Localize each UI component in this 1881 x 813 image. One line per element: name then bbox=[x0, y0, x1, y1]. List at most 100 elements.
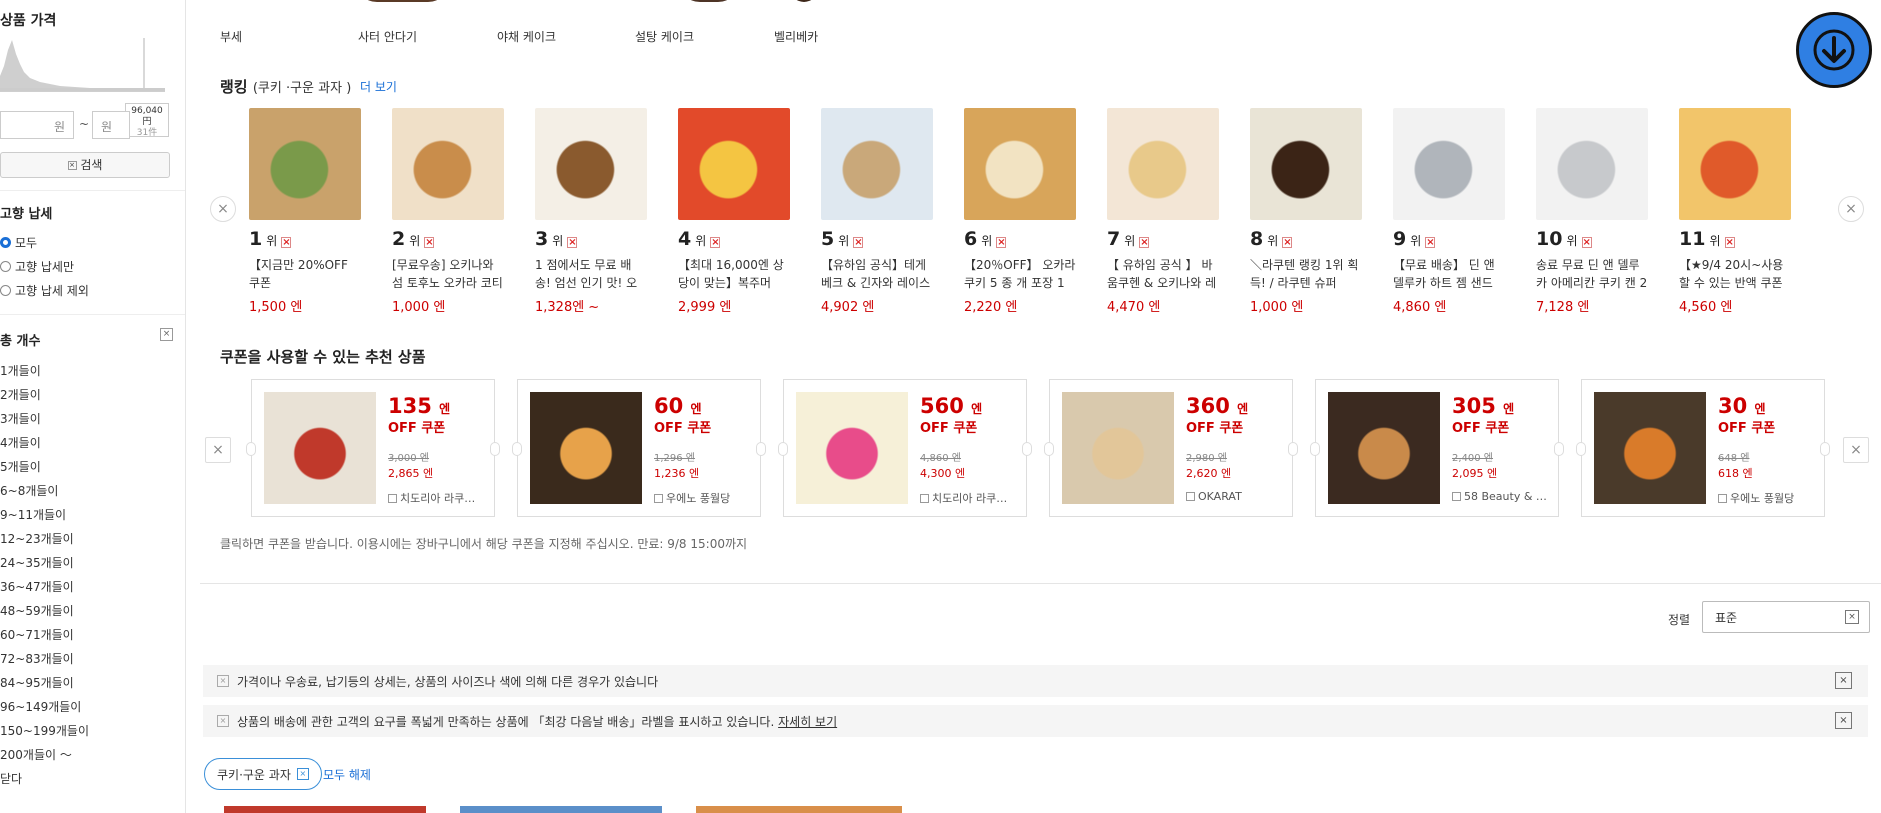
count-filter-item[interactable]: 3개들이 bbox=[0, 410, 41, 427]
furusato-option-all[interactable]: 모두 bbox=[0, 234, 37, 251]
ranking-more-link[interactable]: 더 보기 bbox=[360, 78, 397, 95]
store-name[interactable]: OKARAT bbox=[1186, 490, 1286, 503]
count-filter-item[interactable]: 12~23개들이 bbox=[0, 530, 74, 547]
store-name[interactable]: 우에노 풍월당 bbox=[1718, 490, 1818, 506]
product-image[interactable] bbox=[1107, 108, 1219, 220]
product-name[interactable]: ＼라쿠텐 랭킹 1위 획득! / 라쿠텐 슈퍼 SA… bbox=[1250, 256, 1362, 292]
coupon-card[interactable]: 560 엔 OFF 쿠폰 4,860 엔 4,300 엔 치도리아 라쿠… bbox=[778, 379, 1032, 517]
category-sata-andagi[interactable]: 사터 안다기 bbox=[358, 28, 417, 45]
ranking-prev-button[interactable]: × bbox=[210, 196, 236, 222]
count-filter-item[interactable]: 4개들이 bbox=[0, 434, 41, 451]
count-filter-item[interactable]: 72~83개들이 bbox=[0, 650, 74, 667]
coupon-card[interactable]: 30 엔 OFF 쿠폰 648 엔 618 엔 우에노 풍월당 bbox=[1576, 379, 1830, 517]
ranking-item[interactable]: 6위× 【20％OFF】 오카라 쿠키 5 종 개 포장 1 k… 2,220 엔 bbox=[964, 108, 1076, 315]
product-image[interactable] bbox=[460, 806, 662, 813]
coupon-prev-button[interactable]: × bbox=[205, 437, 231, 463]
furusato-option-exclude[interactable]: 고향 납세 제외 bbox=[0, 282, 89, 299]
ranking-item[interactable]: 7위× 【 유하임 공식 】 바움쿠헨 & 오키나와 레이… 4,470 엔 bbox=[1107, 108, 1219, 315]
coupon-card[interactable]: 60 엔 OFF 쿠폰 1,296 엔 1,236 엔 우에노 풍월당 bbox=[512, 379, 766, 517]
product-image[interactable] bbox=[535, 108, 647, 220]
coupon-card[interactable]: 360 엔 OFF 쿠폰 2,980 엔 2,620 엔 OKARAT bbox=[1044, 379, 1298, 517]
ranking-item[interactable]: 8위× ＼라쿠텐 랭킹 1위 획득! / 라쿠텐 슈퍼 SA… 1,000 엔 bbox=[1250, 108, 1362, 315]
furusato-option-only[interactable]: 고향 납세만 bbox=[0, 258, 74, 275]
product-image[interactable] bbox=[1062, 392, 1174, 504]
product-name[interactable]: 송료 무료 딘 앤 델루카 아메리칸 쿠키 캔 2 … bbox=[1536, 256, 1648, 292]
price-max-input[interactable]: 원 bbox=[92, 111, 130, 139]
store-name[interactable]: 치도리아 라쿠… bbox=[388, 490, 488, 506]
clear-all-filters-link[interactable]: 모두 해제 bbox=[323, 766, 371, 783]
count-filter-item[interactable]: 5개들이 bbox=[0, 458, 41, 475]
close-icon[interactable]: × bbox=[296, 768, 309, 780]
ranking-item[interactable]: 3위× 1 점에서도 무료 배송! 엄선 인기 맛! 오카라… 1,328엔 ~ bbox=[535, 108, 647, 315]
ranking-item[interactable]: 5위× 【유하임 공식】테게베크 & 긴자와 레이스점… 4,902 엔 bbox=[821, 108, 933, 315]
price-min-input[interactable]: 원 bbox=[0, 111, 74, 139]
ranking-item[interactable]: 2위× [무료우송] 오키나와 섬 토후노 오카라 코티 … 1,000 엔 bbox=[392, 108, 504, 315]
count-filter-item[interactable]: 1개들이 bbox=[0, 362, 41, 379]
product-image[interactable] bbox=[1250, 108, 1362, 220]
active-filter-chip[interactable]: 쿠키·구운 과자 × bbox=[204, 758, 322, 790]
count-filter-item[interactable]: 6~8개들이 bbox=[0, 482, 58, 499]
store-name[interactable]: 치도리아 라쿠… bbox=[920, 490, 1020, 506]
count-close-link[interactable]: 닫다 bbox=[0, 770, 22, 787]
count-filter-item[interactable]: 48~59개들이 bbox=[0, 602, 74, 619]
coupon-next-button[interactable]: × bbox=[1843, 437, 1869, 463]
category-belleveca[interactable]: 벨리베카 bbox=[774, 28, 818, 45]
price-search-button[interactable]: × 검색 bbox=[0, 152, 170, 178]
count-filter-item[interactable]: 84~95개들이 bbox=[0, 674, 74, 691]
product-name[interactable]: 【★9/4 20시~사용할 수 있는 반액 쿠폰 배… bbox=[1679, 256, 1791, 292]
ranking-item[interactable]: 1 위 × 【지금만 20%OFF 쿠폰 1,500 엔 bbox=[249, 108, 361, 315]
store-name[interactable]: 58 Beauty & … bbox=[1452, 490, 1552, 503]
ranking-item[interactable]: 11위× 【★9/4 20시~사용할 수 있는 반액 쿠폰 배… 4,560 엔 bbox=[1679, 108, 1791, 315]
count-filter-item[interactable]: 2개들이 bbox=[0, 386, 41, 403]
count-filter-item[interactable]: 150~199개들이 bbox=[0, 722, 89, 739]
product-image[interactable] bbox=[530, 392, 642, 504]
category-image[interactable] bbox=[790, 0, 818, 2]
count-filter-item[interactable]: 60~71개들이 bbox=[0, 626, 74, 643]
product-name[interactable]: 【최대 16,000엔 상당이 맞는】복주머니… bbox=[678, 256, 790, 292]
ranking-item[interactable]: 10위× 송료 무료 딘 앤 델루카 아메리칸 쿠키 캔 2 … 7,128 엔 bbox=[1536, 108, 1648, 315]
product-image[interactable] bbox=[1328, 392, 1440, 504]
category-image[interactable] bbox=[678, 0, 740, 2]
sort-select[interactable]: 표준 × bbox=[1702, 601, 1870, 633]
product-name[interactable]: 【유하임 공식】테게베크 & 긴자와 레이스점… bbox=[821, 256, 933, 292]
category-vegetable-cake[interactable]: 야채 케이크 bbox=[497, 28, 556, 45]
product-image[interactable] bbox=[696, 806, 902, 813]
ranking-item[interactable]: 4위× 【최대 16,000엔 상당이 맞는】복주머니… 2,999 엔 bbox=[678, 108, 790, 315]
coupon-card[interactable]: 135 엔 OFF 쿠폰 3,000 엔 2,865 엔 치도리아 라쿠… bbox=[246, 379, 500, 517]
product-image[interactable] bbox=[1679, 108, 1791, 220]
product-image[interactable] bbox=[392, 108, 504, 220]
product-name[interactable]: [무료우송] 오키나와 섬 토후노 오카라 코티 … bbox=[392, 256, 504, 292]
count-filter-item[interactable]: 24~35개들이 bbox=[0, 554, 74, 571]
notice-details-link[interactable]: 자세히 보기 bbox=[778, 715, 837, 729]
count-clear-icon[interactable]: × bbox=[160, 328, 173, 341]
notice-toggle-icon[interactable]: × bbox=[1835, 712, 1852, 729]
count-filter-item[interactable]: 200개들이 〜 bbox=[0, 746, 72, 763]
product-name[interactable]: 【무료 배송】 딘 앤 델루카 하트 젬 샌드 쿠… bbox=[1393, 256, 1505, 292]
count-filter-item[interactable]: 9~11개들이 bbox=[0, 506, 66, 523]
product-image[interactable] bbox=[224, 806, 426, 813]
product-name[interactable]: 【 유하임 공식 】 바움쿠헨 & 오키나와 레이… bbox=[1107, 256, 1219, 292]
category-busse[interactable]: 부세 bbox=[220, 28, 242, 45]
ranking-next-button[interactable]: × bbox=[1838, 196, 1864, 222]
count-filter-item[interactable]: 36~47개들이 bbox=[0, 578, 74, 595]
product-image[interactable] bbox=[1393, 108, 1505, 220]
product-image[interactable] bbox=[249, 108, 361, 220]
count-filter-item[interactable]: 96~149개들이 bbox=[0, 698, 81, 715]
product-image[interactable] bbox=[1594, 392, 1706, 504]
product-image[interactable] bbox=[1536, 108, 1648, 220]
category-sugar-cake[interactable]: 설탕 케이크 bbox=[635, 28, 694, 45]
product-image[interactable] bbox=[264, 392, 376, 504]
product-name[interactable]: 【20％OFF】 오카라 쿠키 5 종 개 포장 1 k… bbox=[964, 256, 1076, 292]
price-slider-track[interactable] bbox=[0, 88, 165, 91]
product-image[interactable] bbox=[964, 108, 1076, 220]
download-button[interactable] bbox=[1796, 12, 1872, 88]
product-image[interactable] bbox=[821, 108, 933, 220]
coupon-card[interactable]: 305 엔 OFF 쿠폰 2,400 엔 2,095 엔 58 Beauty & … bbox=[1310, 379, 1564, 517]
product-name[interactable]: 【지금만 20%OFF 쿠폰 bbox=[249, 256, 361, 292]
notice-toggle-icon[interactable]: × bbox=[1835, 672, 1852, 689]
category-image[interactable] bbox=[355, 0, 450, 2]
product-image[interactable] bbox=[678, 108, 790, 220]
product-image[interactable] bbox=[796, 392, 908, 504]
ranking-item[interactable]: 9위× 【무료 배송】 딘 앤 델루카 하트 젬 샌드 쿠… 4,860 엔 bbox=[1393, 108, 1505, 315]
product-name[interactable]: 1 점에서도 무료 배송! 엄선 인기 맛! 오카라… bbox=[535, 256, 647, 292]
